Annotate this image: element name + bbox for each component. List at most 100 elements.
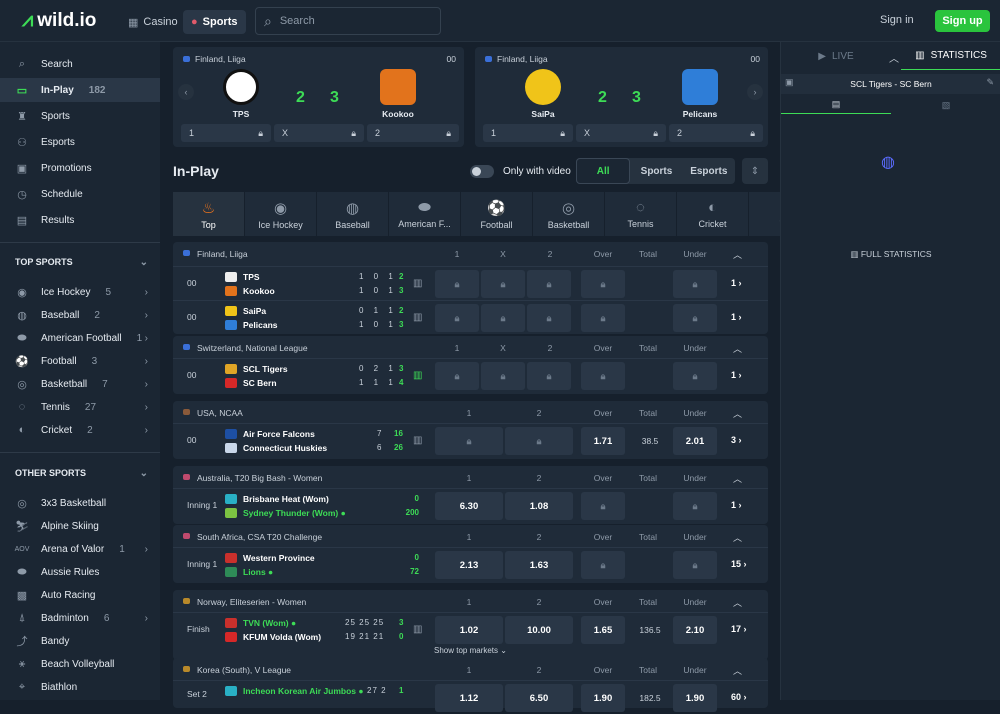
chevron-up-icon[interactable]: ︿ bbox=[733, 596, 742, 609]
stats-icon[interactable]: ▥ bbox=[413, 435, 422, 446]
match-row[interactable]: Inning 1 Western Province Lions ● 0 72 2… bbox=[173, 547, 768, 581]
sidebar-item-biathlon[interactable]: ⌖Biathlon bbox=[0, 675, 160, 699]
odd-button[interactable]: 🔒︎ bbox=[581, 270, 625, 298]
match-row[interactable]: 00 SaiPa Pelicans 0 1 1 1 0 1 2 3 ▥ 🔒︎ 🔒… bbox=[173, 300, 768, 334]
match-row[interactable]: 00 Air Force Falcons Connecticut Huskies… bbox=[173, 423, 768, 457]
more-markets-link[interactable]: 60 › bbox=[731, 692, 747, 702]
chevron-up-icon[interactable]: ︿ bbox=[733, 472, 742, 485]
sidebar-item-ice-hockey[interactable]: ◉Ice Hockey5› bbox=[0, 280, 160, 304]
odd-button[interactable]: 1🔒︎ bbox=[483, 124, 573, 142]
league-header[interactable]: South Africa, CSA T20 Challenge 1 2 Over… bbox=[173, 525, 768, 547]
segment-all[interactable]: All bbox=[576, 158, 630, 184]
match-row[interactable]: 00 SCL Tigers SC Bern 0 2 1 1 1 1 3 4 ▥ … bbox=[173, 358, 768, 392]
odd-button[interactable]: 🔒︎ bbox=[435, 362, 479, 390]
sidebar-item-cricket[interactable]: ◐Cricket2› bbox=[0, 418, 160, 442]
more-markets-link[interactable]: 17 › bbox=[731, 624, 747, 634]
odd-button[interactable]: 🔒︎ bbox=[581, 304, 625, 332]
sidebar-item-search[interactable]: ⌕Search bbox=[0, 52, 160, 76]
sidebar-item-esports[interactable]: ⚇Esports bbox=[0, 130, 160, 154]
tab-casino[interactable]: ▦Casino bbox=[120, 10, 186, 34]
odd-button-over[interactable]: 1.65 bbox=[581, 616, 625, 644]
odd-button[interactable]: 🔒︎ bbox=[581, 362, 625, 390]
odd-button[interactable]: 🔒︎ bbox=[673, 551, 717, 579]
sidebar-item-american-football[interactable]: ⬬American Football1› bbox=[0, 326, 160, 350]
chevron-up-icon[interactable]: ︿ bbox=[733, 664, 742, 677]
tab-top[interactable]: ♨Top bbox=[173, 192, 244, 236]
odd-button[interactable]: 10.00 bbox=[505, 616, 573, 644]
stats-icon[interactable]: ▥ bbox=[413, 278, 422, 289]
match-row[interactable]: Inning 1 Brisbane Heat (Wom) Sydney Thun… bbox=[173, 488, 768, 522]
stats-icon[interactable]: ▥ bbox=[413, 624, 422, 635]
tv-icon[interactable]: ▣ bbox=[785, 77, 794, 88]
odd-button-under[interactable]: 2.10 bbox=[673, 616, 717, 644]
odd-button[interactable]: 🔒︎ bbox=[673, 304, 717, 332]
odd-button[interactable]: 1.02 bbox=[435, 616, 503, 644]
featured-match-card[interactable]: Finland, Liiga 00 SaiPa 2 3 Pelicans › 1… bbox=[475, 47, 768, 147]
more-markets-link[interactable]: 3 › bbox=[731, 435, 742, 445]
odd-button[interactable]: 1.12 bbox=[435, 684, 503, 712]
more-markets-link[interactable]: 1 › bbox=[731, 312, 742, 322]
odd-button[interactable]: 🔒︎ bbox=[527, 304, 571, 332]
odd-button[interactable]: 🔒︎ bbox=[481, 304, 525, 332]
more-markets-link[interactable]: 1 › bbox=[731, 278, 742, 288]
segment-esports[interactable]: Esports bbox=[683, 158, 735, 184]
odd-button-over[interactable]: 1.90 bbox=[581, 684, 625, 712]
tab-football[interactable]: ⚽Football bbox=[461, 192, 532, 236]
search-input[interactable]: ⌕Search bbox=[255, 7, 441, 35]
segment-sports[interactable]: Sports bbox=[630, 158, 682, 184]
odd-button-under[interactable]: 1.90 bbox=[673, 684, 717, 712]
chevron-up-icon[interactable]: ︿ bbox=[889, 50, 899, 65]
odd-button[interactable]: 🔒︎ bbox=[581, 492, 625, 520]
tab-statistics[interactable]: ▥STATISTICS bbox=[901, 42, 1000, 70]
chevron-up-icon[interactable]: ︿ bbox=[733, 407, 742, 420]
league-header[interactable]: Norway, Eliteserien - Women 1 2 Over Tot… bbox=[173, 590, 768, 612]
sidebar-item-tennis[interactable]: ◌Tennis27› bbox=[0, 395, 160, 419]
sidebar-item-promotions[interactable]: ▣Promotions bbox=[0, 156, 160, 180]
chevron-up-icon[interactable]: ︿ bbox=[733, 531, 742, 544]
tab-live[interactable]: ▶LIVE bbox=[781, 42, 891, 70]
odd-button[interactable]: X🔒︎ bbox=[274, 124, 364, 142]
odd-button[interactable]: 2.13 bbox=[435, 551, 503, 579]
sidebar-item-basketball[interactable]: ◎Basketball7› bbox=[0, 372, 160, 396]
odd-button[interactable]: 🔒︎ bbox=[505, 427, 573, 455]
odd-button[interactable]: 2🔒︎ bbox=[367, 124, 459, 142]
subtab-scoreboard[interactable]: ▤ bbox=[781, 96, 891, 114]
more-markets-link[interactable]: 15 › bbox=[731, 559, 747, 569]
odd-button[interactable]: 🔒︎ bbox=[435, 304, 479, 332]
league-header[interactable]: Korea (South), V League 1 2 Over Total U… bbox=[173, 658, 768, 680]
more-markets-link[interactable]: 1 › bbox=[731, 370, 742, 380]
odd-button-over[interactable]: 1.71 bbox=[581, 427, 625, 455]
odd-button[interactable]: 🔒︎ bbox=[673, 270, 717, 298]
tab-baseball[interactable]: ◍Baseball bbox=[317, 192, 388, 236]
match-row[interactable]: Set 2 Incheon Korean Air Jumbos ● 27 2 1… bbox=[173, 680, 768, 714]
stats-icon[interactable]: ▥ bbox=[413, 312, 422, 323]
tab-cricket[interactable]: ◐Cricket bbox=[677, 192, 748, 236]
match-row[interactable]: Finish TVN (Wom) ● KFUM Volda (Wom) 25 2… bbox=[173, 612, 768, 646]
odd-button[interactable]: 🔒︎ bbox=[673, 362, 717, 390]
sidebar-item-auto-racing[interactable]: ▩Auto Racing bbox=[0, 583, 160, 607]
league-header[interactable]: Switzerland, National League 1 X 2 Over … bbox=[173, 336, 768, 358]
match-row[interactable]: 00 TPS Kookoo 1 0 1 1 0 1 2 3 ▥ 🔒︎ 🔒︎ 🔒︎… bbox=[173, 266, 768, 300]
more-markets-link[interactable]: 1 › bbox=[731, 500, 742, 510]
odd-button[interactable]: 6.30 bbox=[435, 492, 503, 520]
logo[interactable]: ⩘wild.io bbox=[22, 9, 96, 32]
odd-button[interactable]: 🔒︎ bbox=[435, 270, 479, 298]
featured-match-card[interactable]: Finland, Liiga 00 ‹ TPS 2 3 Kookoo 1🔒︎ X… bbox=[173, 47, 464, 147]
show-top-markets-link[interactable]: Show top markets ⌄ bbox=[434, 646, 507, 655]
tab-ice-hockey[interactable]: ◉Ice Hockey bbox=[245, 192, 316, 236]
stats-icon[interactable]: ▥ bbox=[413, 370, 422, 381]
tab-sports[interactable]: ●Sports bbox=[183, 10, 246, 34]
odd-button[interactable]: 🔒︎ bbox=[527, 270, 571, 298]
sidebar-item-alpine-skiing[interactable]: ⛷Alpine Skiing bbox=[0, 514, 160, 538]
sidebar-item-beach-volleyball[interactable]: ⚹Beach Volleyball bbox=[0, 652, 160, 676]
odd-button[interactable]: 🔒︎ bbox=[673, 492, 717, 520]
sidebar-item-results[interactable]: ▤Results bbox=[0, 208, 160, 232]
signup-button[interactable]: Sign up bbox=[935, 10, 990, 32]
subtab-field[interactable]: ▧ bbox=[891, 96, 1000, 114]
sidebar-item-inplay[interactable]: ▭In-Play182 bbox=[0, 78, 160, 102]
chevron-up-icon[interactable]: ︿ bbox=[733, 342, 742, 355]
odd-button[interactable]: 1🔒︎ bbox=[181, 124, 271, 142]
odd-button[interactable]: 2🔒︎ bbox=[669, 124, 763, 142]
prev-arrow-button[interactable]: ‹ bbox=[178, 84, 194, 100]
top-sports-header[interactable]: TOP SPORTS⌄ bbox=[0, 250, 160, 274]
